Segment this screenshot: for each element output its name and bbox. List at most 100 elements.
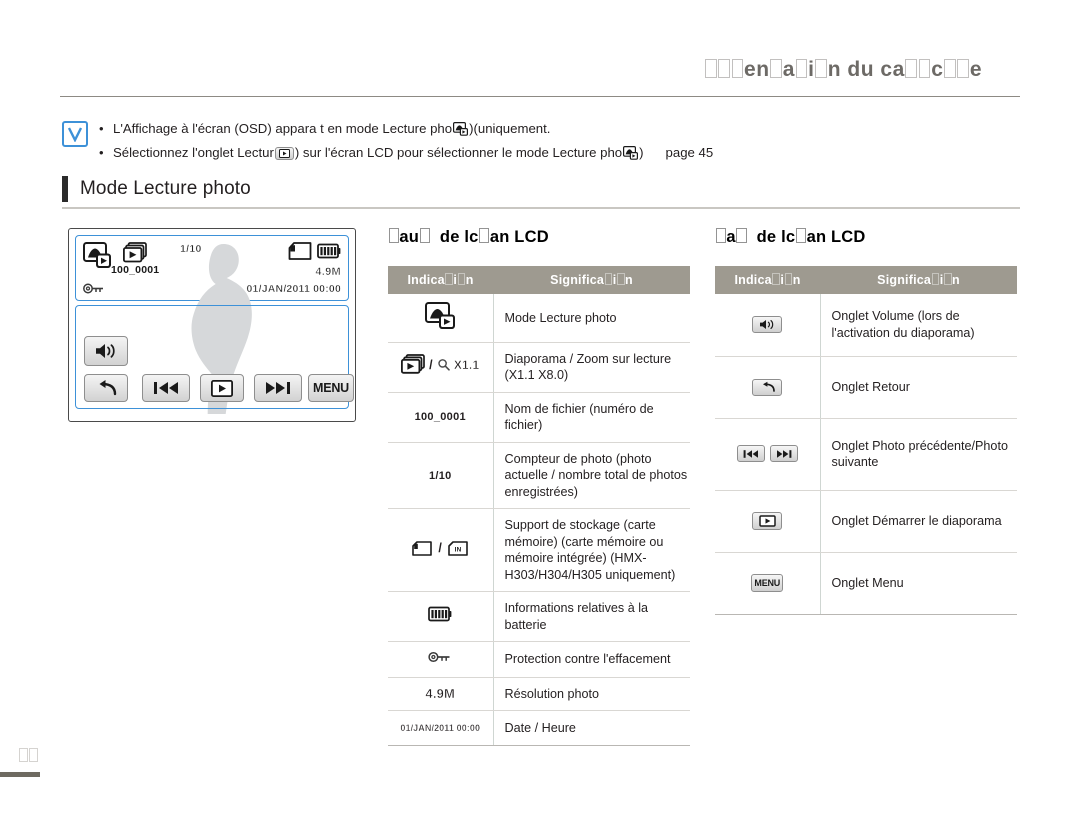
back-tab-icon <box>715 356 821 419</box>
table-top-of-lcd: au de lc an LCD Indica i n Significa i n Mode <box>388 228 690 746</box>
row-meaning: Support de stockage (carte mémoire) (car… <box>493 508 690 593</box>
running-header: en a i n du ca c e <box>0 58 1020 82</box>
table-row: 1/10 Compteur de photo (photo actuelle /… <box>388 442 690 510</box>
volume-tab[interactable] <box>84 336 128 366</box>
row-indicator: 01/JAN/2011 00:00 <box>388 710 494 746</box>
footer-bar <box>0 772 40 777</box>
row-meaning: Onglet Retour <box>820 356 1017 419</box>
erase-protection-key-icon <box>83 282 105 300</box>
row-meaning: Onglet Démarrer le diaporama <box>820 490 1017 553</box>
erase-protection-key-icon <box>388 641 494 678</box>
next-photo-tab[interactable] <box>254 374 302 402</box>
note-bullet-2-mid: ) sur l'écran LCD pour sélectionner le m… <box>294 145 623 160</box>
file-name: 100_0001 <box>111 264 160 276</box>
table-row: Informations relatives à la batterie <box>388 591 690 643</box>
note-bullet-2: Sélectionnez l'onglet Lectur ) sur l'écr… <box>99 142 1022 166</box>
table-row: / X1.1 Diaporama / Zoom sur lecture (X1.… <box>388 342 690 393</box>
row-meaning: Protection contre l'effacement <box>493 641 690 678</box>
row-indicator: 100_0001 <box>388 392 494 443</box>
prev-next-photo-tab-icon <box>715 418 821 491</box>
note-bullet-2-post: ) <box>639 145 644 160</box>
slideshow-and-playback-zoom-icon: / X1.1 <box>388 342 494 393</box>
photo-resolution: 4.9M <box>315 266 341 279</box>
table-header-row: Indica i n Significa i n <box>715 266 1017 295</box>
file-name-value: 100_0001 <box>414 411 466 424</box>
previous-photo-tab[interactable] <box>142 374 190 402</box>
table-row: Protection contre l'effacement <box>388 641 690 678</box>
osd-indicator-table-left: Indica i n Significa i n Mode Lecture photo <box>388 266 690 746</box>
photo-playback-mode-icon <box>83 242 111 273</box>
row-meaning: Nom de fichier (numéro de fichier) <box>493 392 690 443</box>
memory-card-and-internal-memory-icon: / IN <box>388 508 494 593</box>
table-row: Onglet Volume (lors de l'activation du d… <box>715 294 1017 357</box>
table-header-row: Indica i n Significa i n <box>388 266 690 295</box>
section-heading-bar <box>62 176 68 202</box>
note-bullet-1-post: )(uniquement. <box>469 121 551 136</box>
row-meaning: Résolution photo <box>493 677 690 712</box>
battery-icon <box>317 242 341 265</box>
table-row: 100_0001 Nom de fichier (numéro de fichi… <box>388 392 690 443</box>
table-right-title: a de lc an LCD <box>715 228 1017 247</box>
row-indicator: 4.9M <box>388 677 494 712</box>
row-meaning: Date / Heure <box>493 710 690 746</box>
note-bullet-list: L'Affichage à l'écran (OSD) appara t en … <box>62 118 1022 166</box>
table-bottom-of-lcd: a de lcan LCD Indicain Significain <box>715 228 1017 615</box>
table-row: Onglet Démarrer le diaporama <box>715 490 1017 553</box>
table-row: 4.9M Résolution photo <box>388 677 690 712</box>
table-row: 01/JAN/2011 00:00 Date / Heure <box>388 710 690 746</box>
table-row: MENU Onglet Menu <box>715 552 1017 615</box>
table-row: / IN Support de stockage (carte mémoire)… <box>388 508 690 593</box>
row-meaning: Onglet Photo précédente/Photo suivante <box>820 418 1017 491</box>
lcd-bottom-pane: MENU <box>75 305 354 409</box>
photo-counter: 1/10 <box>180 243 202 255</box>
row-meaning: Onglet Volume (lors de l'activation du d… <box>820 294 1017 357</box>
table-row: Mode Lecture photo <box>388 294 690 343</box>
memory-card-icon <box>288 242 312 265</box>
page-reference: page 45 <box>665 145 714 160</box>
table-left-title: au de lc an LCD <box>388 228 690 247</box>
osd-indicator-table-right: Indica i n Significa i n Onglet Volume (lors… <box>715 266 1017 615</box>
row-meaning: Compteur de photo (photo actuelle / nomb… <box>493 442 690 510</box>
photo-playback-mode-icon <box>453 121 469 142</box>
table-row: Onglet Photo précédente/Photo suivante <box>715 418 1017 491</box>
start-slideshow-tab-icon <box>715 490 821 553</box>
svg-text:IN: IN <box>455 546 462 553</box>
menu-tab-icon: MENU <box>715 552 821 615</box>
back-tab[interactable] <box>84 374 128 402</box>
lcd-screen-illustration: 1/10 100_0001 4.9M 01/JAN/2011 00:00 MEN… <box>68 228 356 422</box>
header-divider <box>60 96 1020 97</box>
start-slideshow-tab[interactable] <box>200 374 244 402</box>
row-indicator: 1/10 <box>388 442 494 510</box>
menu-tab[interactable]: MENU <box>308 374 354 402</box>
note-bullet-1: L'Affichage à l'écran (OSD) appara t en … <box>99 118 1022 142</box>
date-time: 01/JAN/2011 00:00 <box>246 283 341 295</box>
section-heading: Mode Lecture photo <box>62 176 1020 202</box>
note-bullet-2-pre: Sélectionnez l'onglet Lectur <box>113 145 274 160</box>
column-header-meaning: Significa i n <box>493 266 690 295</box>
previous-photo-tab-icon <box>736 445 765 463</box>
playback-tab-icon <box>274 147 294 161</box>
next-photo-tab-icon <box>769 445 798 463</box>
lcd-top-pane: 1/10 100_0001 4.9M 01/JAN/2011 00:00 <box>75 235 349 414</box>
photo-playback-mode-icon <box>623 145 639 166</box>
row-meaning: Informations relatives à la batterie <box>493 591 690 643</box>
date-time-value: 01/JAN/2011 00:00 <box>400 723 481 734</box>
column-header-indication: Indica i n <box>715 266 820 295</box>
page-number <box>18 748 39 765</box>
row-meaning: Mode Lecture photo <box>493 294 690 343</box>
column-header-indication: Indica i n <box>388 266 493 295</box>
section-heading-label: Mode Lecture photo <box>80 178 251 199</box>
check-v-icon <box>62 121 88 147</box>
note-bullet-1-pre: L'Affichage à l'écran (OSD) appara t en … <box>113 121 453 136</box>
resolution-value: 4.9M <box>425 685 456 701</box>
photo-counter-value: 1/10 <box>428 469 452 482</box>
table-row: Onglet Retour <box>715 356 1017 419</box>
column-header-meaning: Significa i n <box>820 266 1017 295</box>
volume-tab-icon <box>715 294 821 357</box>
row-meaning: Onglet Menu <box>820 552 1017 615</box>
battery-icon <box>388 591 494 643</box>
note-block: L'Affichage à l'écran (OSD) appara t en … <box>62 118 1022 166</box>
row-meaning: Diaporama / Zoom sur lecture (X1.1 X8.0) <box>493 342 690 393</box>
section-heading-divider <box>62 207 1020 209</box>
photo-playback-mode-icon <box>388 294 494 343</box>
